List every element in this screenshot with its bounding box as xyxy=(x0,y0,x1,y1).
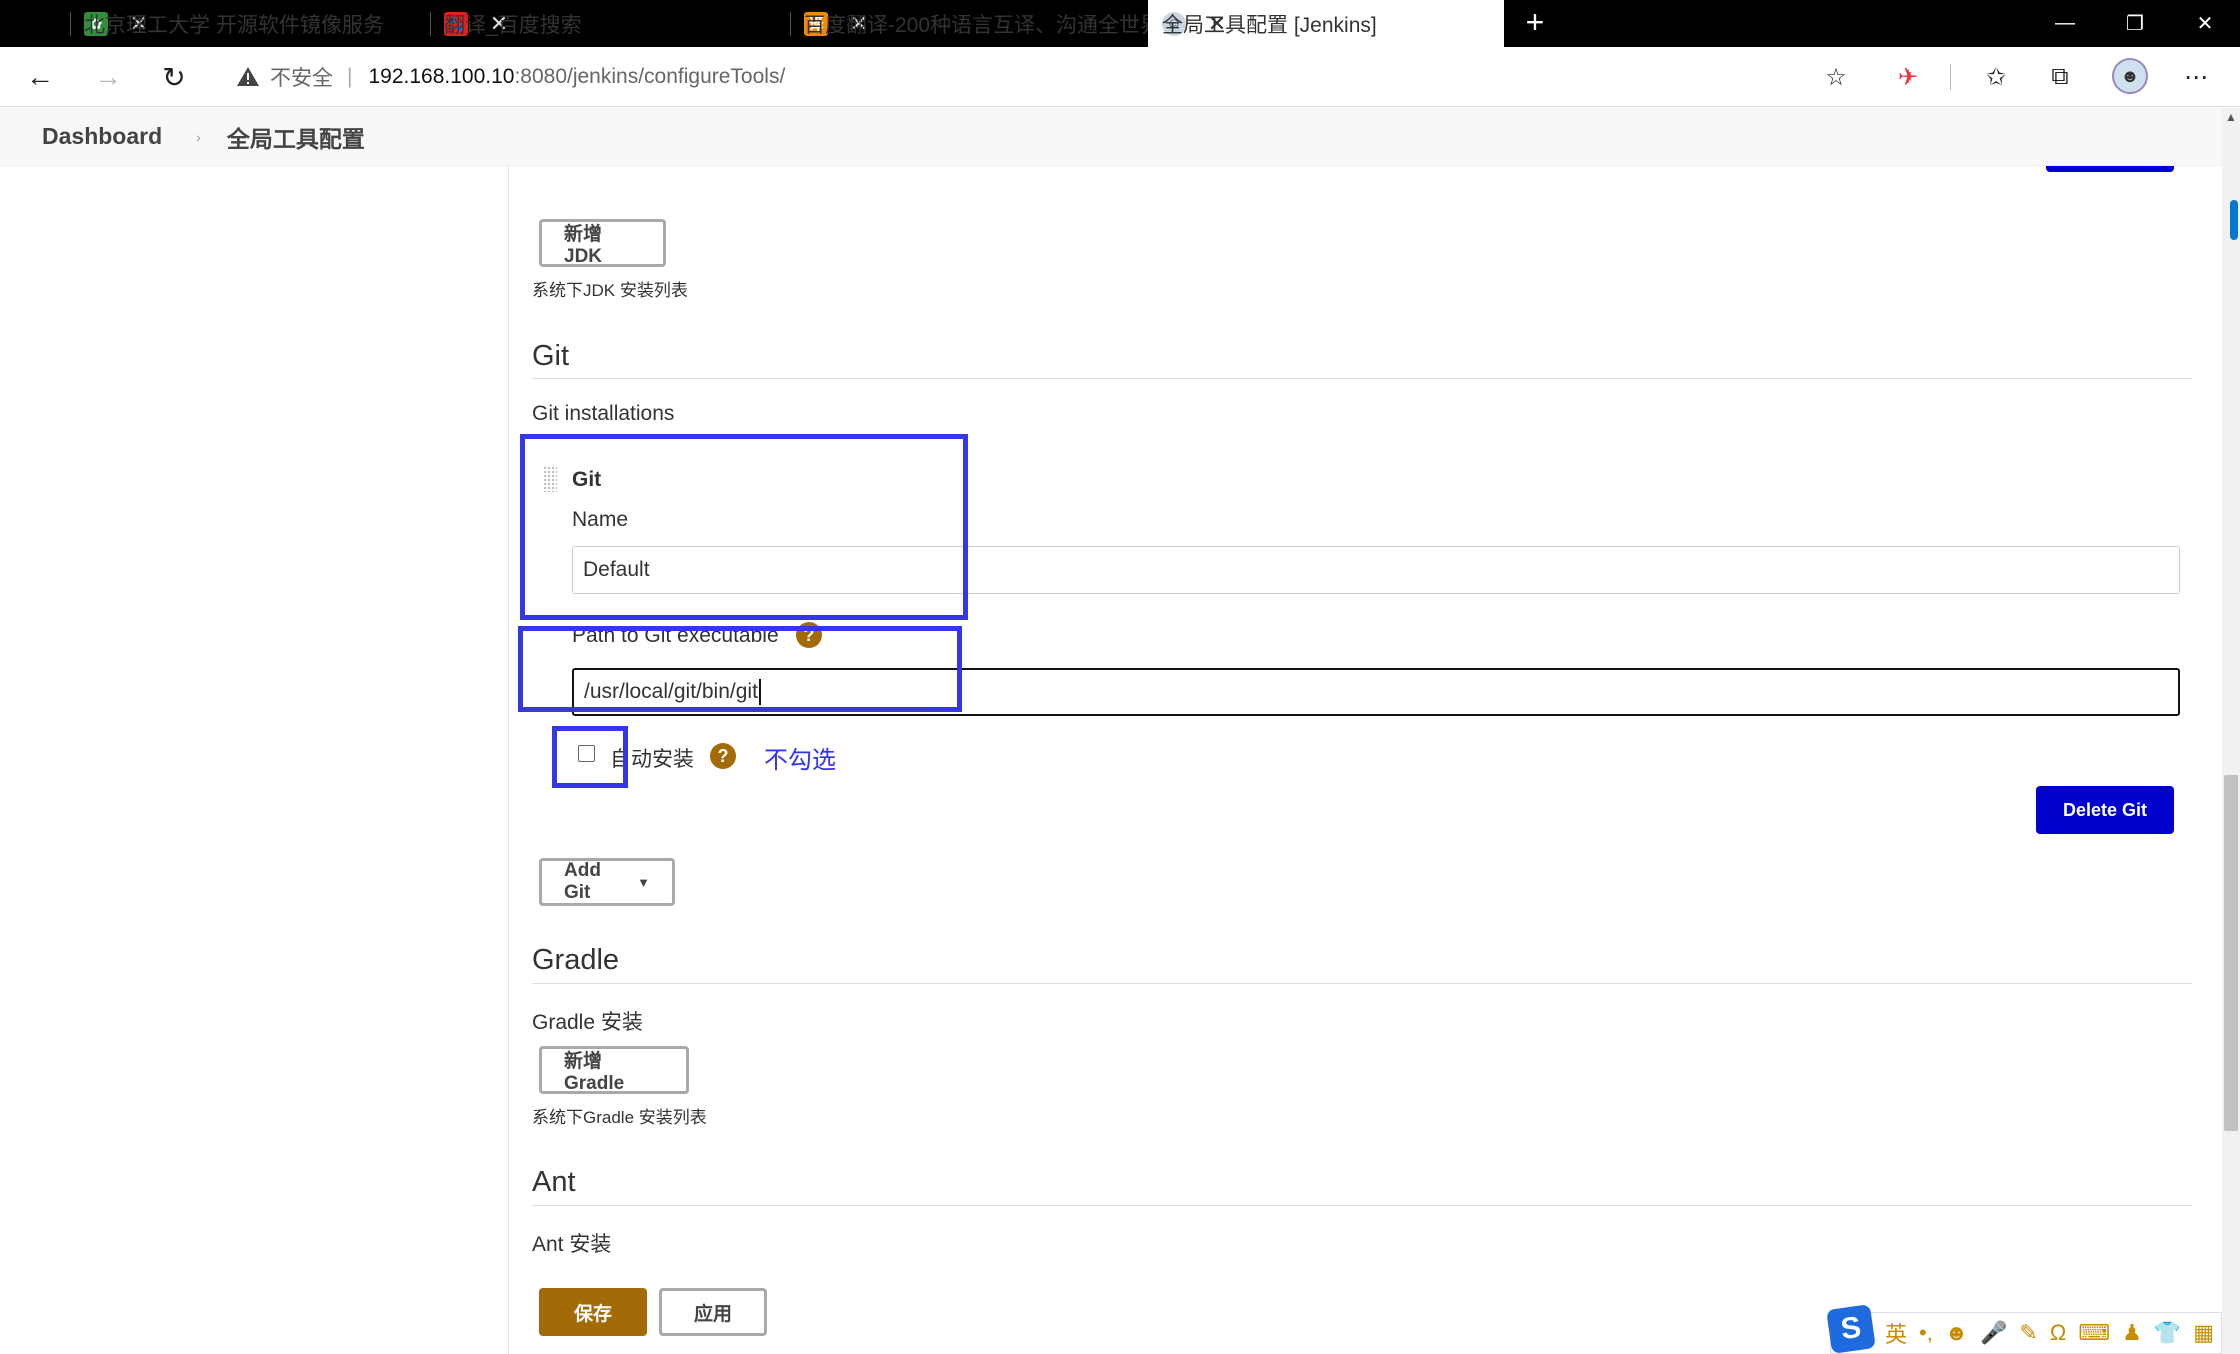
keyboard-icon[interactable]: ⌨ xyxy=(2078,1320,2110,1346)
jdk-hint: 系统下JDK 安装列表 xyxy=(532,281,688,300)
annotation-box-name xyxy=(520,434,968,620)
more-menu-icon[interactable]: ⋯ xyxy=(2178,59,2214,95)
annotation-box-checkbox xyxy=(552,726,628,788)
url-field[interactable]: 不安全 | 192.168.100.10:8080/jenkins/config… xyxy=(216,56,1862,98)
security-label: 不安全 xyxy=(270,67,333,90)
annotation-box-path xyxy=(518,626,962,712)
favorites-icon[interactable]: ✩ xyxy=(1978,59,2014,95)
save-button[interactable]: 保存 xyxy=(539,1288,647,1336)
ime-mode[interactable]: 英 xyxy=(1885,1317,1907,1349)
delete-git-button[interactable]: Delete Git xyxy=(2036,786,2174,834)
add-gradle-button[interactable]: 新增 Gradle xyxy=(539,1046,689,1094)
reload-icon[interactable]: ↻ xyxy=(154,57,194,97)
emoji-icon[interactable]: ☻ xyxy=(1945,1320,1968,1346)
scrollbar-thumb[interactable] xyxy=(2224,775,2238,1131)
minimize-icon[interactable]: — xyxy=(2030,0,2100,47)
tab-separator xyxy=(790,12,791,36)
url-path: :8080/jenkins/configureTools/ xyxy=(514,65,786,88)
sidebar-divider xyxy=(508,166,509,1354)
divider xyxy=(532,983,2192,984)
collections-icon[interactable]: ⧉ xyxy=(2042,59,2078,95)
gradle-section-title: Gradle xyxy=(532,944,620,976)
scrollbar[interactable] xyxy=(2222,108,2240,1354)
add-git-button[interactable]: Add Git ▼ xyxy=(539,858,675,906)
sogou-logo-icon[interactable]: S xyxy=(1826,1304,1876,1354)
tab-jenkins-config[interactable]: ☺ 全局工具配置 [Jenkins] ✕ xyxy=(1148,0,1504,47)
git-installations-label: Git installations xyxy=(532,402,675,425)
gradle-hint: 系统下Gradle 安装列表 xyxy=(532,1108,707,1127)
delete-jdk-button-partial[interactable] xyxy=(2046,166,2174,172)
tab-separator xyxy=(70,12,71,36)
git-section-title: Git xyxy=(532,340,570,372)
new-tab-button[interactable]: + xyxy=(1518,6,1552,40)
address-bar: ← → ↻ 不安全 | 192.168.100.10:8080/jenkins/… xyxy=(0,47,2240,107)
scroll-up-icon[interactable]: ▲ xyxy=(2222,110,2240,128)
ime-toolbar: S 英 •, ☻ 🎤 ✎ Ω ⌨ ♟ 👕 ▦ xyxy=(1826,1304,2222,1354)
ant-section-title: Ant xyxy=(532,1166,576,1198)
microphone-icon[interactable]: 🎤 xyxy=(1980,1320,2007,1346)
ant-installations-label: Ant 安装 xyxy=(532,1233,612,1256)
tab-bit-mirror[interactable]: ✿ 北京理工大学 开源软件镜像服务 ✕ xyxy=(84,0,424,47)
close-window-icon[interactable]: ✕ xyxy=(2170,0,2240,47)
restore-icon[interactable]: ❐ xyxy=(2100,0,2170,47)
divider xyxy=(532,378,2192,379)
apply-button[interactable]: 应用 xyxy=(659,1288,767,1336)
symbol-icon[interactable]: Ω xyxy=(2050,1320,2066,1346)
menu-grid-icon[interactable]: ▦ xyxy=(2193,1320,2214,1346)
caret-down-icon: ▼ xyxy=(637,874,650,890)
browser-title-bar: ✿ 北京理工大学 开源软件镜像服务 ✕ 🐾 翻译_百度搜索 ✕ 译 百度翻译-2… xyxy=(0,0,2240,47)
gradle-installations-label: Gradle 安装 xyxy=(532,1011,643,1034)
handwriting-icon[interactable]: ✎ xyxy=(2019,1320,2037,1346)
breadcrumb-current[interactable]: 全局工具配置 xyxy=(227,120,365,154)
tab-separator xyxy=(430,12,431,36)
annotation-note: 不勾选 xyxy=(764,747,836,774)
breadcrumb: Dashboard › 全局工具配置 xyxy=(0,108,2222,166)
config-form: 新增 JDK 系统下JDK 安装列表 Git Git installations… xyxy=(518,166,2192,1354)
forward-icon[interactable]: → xyxy=(88,57,128,97)
add-jdk-button[interactable]: 新增 JDK xyxy=(539,219,666,267)
divider xyxy=(532,1205,2192,1206)
url-host: 192.168.100.10 xyxy=(368,65,515,88)
chevron-right-icon: › xyxy=(196,128,201,145)
scroll-position-marker xyxy=(2230,200,2238,240)
user-icon[interactable]: ♟ xyxy=(2122,1320,2142,1346)
warning-icon xyxy=(237,67,259,86)
tab-baidu-search[interactable]: 🐾 翻译_百度搜索 ✕ xyxy=(444,0,784,47)
skin-icon[interactable]: 👕 xyxy=(2154,1320,2181,1346)
help-icon[interactable]: ? xyxy=(710,743,736,769)
extension-icon[interactable]: ✈ xyxy=(1890,59,1926,95)
back-icon[interactable]: ← xyxy=(20,57,60,97)
profile-avatar[interactable]: ☻ xyxy=(2112,58,2148,94)
ime-punct[interactable]: •, xyxy=(1919,1320,1933,1346)
breadcrumb-dashboard[interactable]: Dashboard xyxy=(42,123,162,150)
tab-baidu-translate[interactable]: 译 百度翻译-200种语言互译、沟通全世界！ ✕ xyxy=(804,0,1182,47)
add-favorite-icon[interactable]: ☆ xyxy=(1818,59,1854,95)
